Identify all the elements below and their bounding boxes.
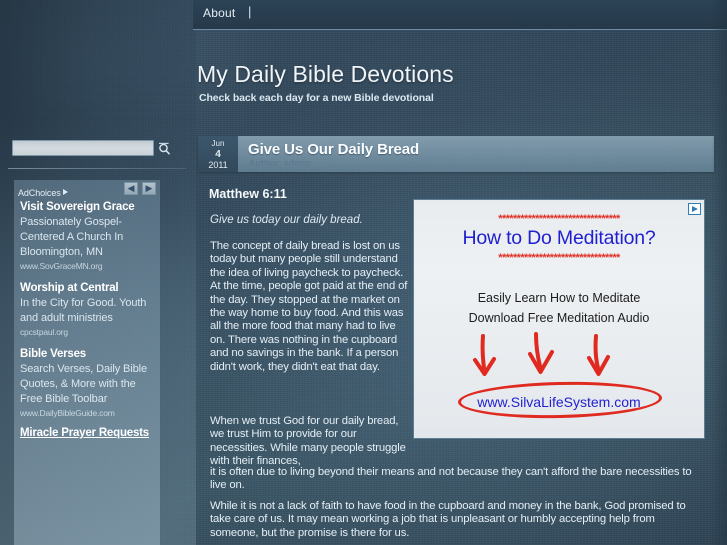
ad-star-divider-top: ********************************* bbox=[498, 213, 620, 225]
post-paragraph-2-narrow: When we trust God for our daily bread, w… bbox=[210, 415, 406, 468]
site-tagline: Check back each day for a new Bible devo… bbox=[199, 92, 434, 104]
right-edge-shade bbox=[711, 0, 727, 545]
post-title[interactable]: Give Us Our Daily Bread bbox=[248, 141, 419, 158]
red-arrow-icon bbox=[528, 332, 554, 374]
sidebar-ad-title[interactable]: Bible Verses bbox=[20, 347, 154, 362]
search-icon[interactable] bbox=[156, 140, 173, 157]
nav-item-about[interactable]: About bbox=[203, 6, 235, 20]
red-arrow-icon bbox=[587, 334, 610, 376]
adchoices-triangle-icon[interactable] bbox=[688, 203, 701, 215]
page-background: About | My Daily Bible Devotions Check b… bbox=[0, 0, 727, 545]
sidebar-ad-url: cpcstpaul.org bbox=[20, 327, 68, 337]
adchoices-triangle-icon[interactable] bbox=[62, 189, 68, 195]
ad-line-2: Download Free Meditation Audio bbox=[468, 311, 650, 325]
sidebar-ad-body: Passionately Gospel-Centered A Church In… bbox=[20, 216, 124, 258]
sidebar-ad-item[interactable]: Worship at Central In the City for Good.… bbox=[14, 273, 160, 339]
post-date-year: 2011 bbox=[208, 160, 228, 170]
post-date-day: 4 bbox=[215, 149, 221, 160]
red-arrow-icon bbox=[473, 334, 496, 376]
top-navigation-bar: About | bbox=[193, 0, 727, 30]
site-header: My Daily Bible Devotions Check back each… bbox=[193, 31, 727, 119]
post-date-month: Jun bbox=[211, 139, 225, 148]
post-header: Jun 4 2011 Give Us Our Daily Bread Autho… bbox=[198, 136, 714, 172]
meditation-advertisement[interactable]: ********************************* How to… bbox=[413, 199, 705, 439]
ad-next-button[interactable]: ▶ bbox=[142, 182, 156, 195]
post-verse-quote: Give us today our daily bread. bbox=[210, 214, 363, 226]
adchoices-row: AdChoices ◀ ▶ bbox=[14, 180, 160, 198]
site-title: My Daily Bible Devotions bbox=[197, 61, 454, 87]
sidebar-ad-title[interactable]: Miracle Prayer Requests bbox=[20, 426, 154, 441]
post-paragraph-1: The concept of daily bread is lost on us… bbox=[210, 240, 408, 373]
post-author: Author: admin bbox=[249, 158, 311, 168]
post-paragraph-3: While it is not a lack of faith to have … bbox=[210, 500, 686, 539]
ad-url-link[interactable]: www.SilvaLifeSystem.com bbox=[414, 394, 704, 410]
search-input[interactable] bbox=[13, 144, 153, 159]
sidebar-ad-block: AdChoices ◀ ▶ Visit Sovereign Grace Pass… bbox=[14, 180, 160, 545]
post-paragraph-2-wide: it is often due to living beyond their m… bbox=[210, 466, 692, 492]
ad-headline: How to Do Meditation? bbox=[462, 227, 656, 249]
search-box[interactable] bbox=[12, 140, 154, 159]
sidebar-ad-title[interactable]: Worship at Central bbox=[20, 281, 154, 296]
sidebar-ad-body: Search Verses, Daily Bible Quotes, & Mor… bbox=[20, 363, 148, 405]
sidebar-ad-url: www.DailyBibleGuide.com bbox=[20, 408, 115, 418]
sidebar-ad-url: www.SovGraceMN.org bbox=[20, 261, 103, 271]
sidebar-ad-body: In the City for Good. Youth and adult mi… bbox=[20, 297, 147, 324]
sidebar-ad-item[interactable]: Bible Verses Search Verses, Daily Bible … bbox=[14, 339, 160, 420]
sidebar-ad-item[interactable]: Miracle Prayer Requests bbox=[14, 420, 160, 441]
ad-line-1: Easily Learn How to Meditate bbox=[477, 291, 641, 305]
sidebar-ad-title[interactable]: Visit Sovereign Grace bbox=[20, 200, 154, 215]
post-verse-reference: Matthew 6:11 bbox=[209, 187, 287, 201]
post-date-badge: Jun 4 2011 bbox=[198, 136, 238, 172]
adchoices-label[interactable]: AdChoices bbox=[18, 188, 61, 198]
nav-separator: | bbox=[248, 4, 252, 19]
ad-prev-button[interactable]: ◀ bbox=[124, 182, 138, 195]
sidebar-ad-item[interactable]: Visit Sovereign Grace Passionately Gospe… bbox=[14, 196, 160, 273]
ad-star-divider-bottom: ********************************* bbox=[498, 252, 620, 264]
sidebar-divider bbox=[8, 168, 186, 169]
